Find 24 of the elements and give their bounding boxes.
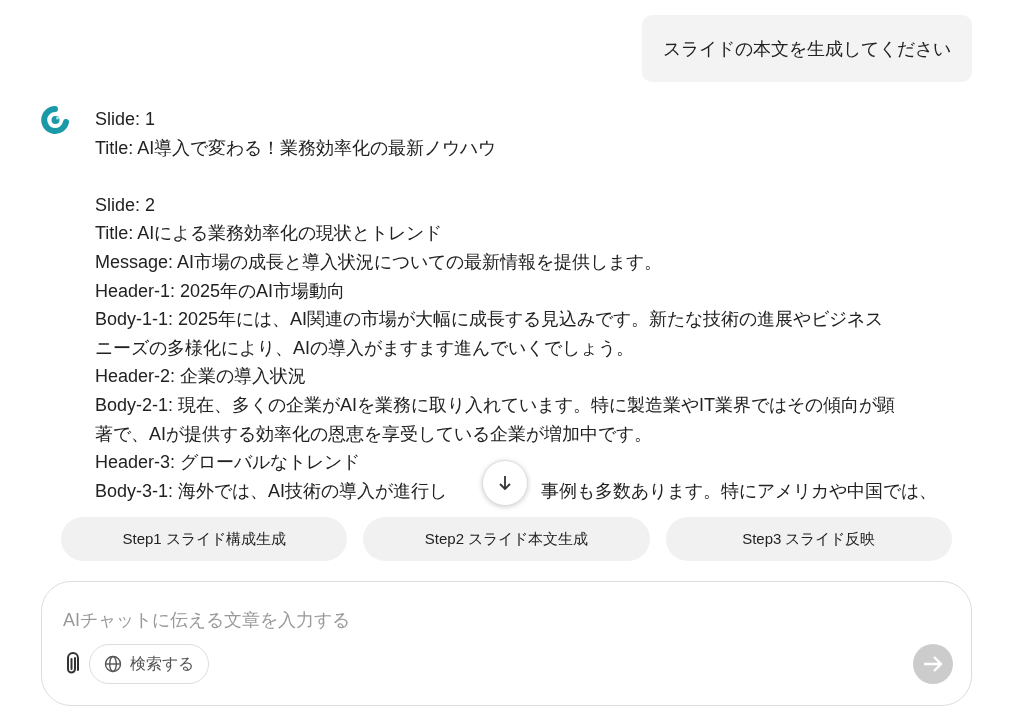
response-line: 著で、AIが提供する効率化の恩恵を享受している企業が増加中です。 bbox=[95, 422, 652, 446]
user-message: スライドの本文を生成してください bbox=[642, 15, 972, 82]
response-line: Slide: 2 bbox=[95, 193, 156, 217]
step-button[interactable]: Step2 スライド本文生成 bbox=[363, 517, 650, 561]
response-line: 事例も多数あります。特にアメリカや中国では、 bbox=[541, 479, 937, 503]
scroll-down-button[interactable] bbox=[482, 460, 528, 506]
response-line: Header-2: 企業の導入状況 bbox=[95, 365, 307, 389]
assistant-logo-icon bbox=[40, 105, 70, 135]
response-line: Header-3: グローバルなトレンド bbox=[95, 451, 361, 475]
globe-icon bbox=[104, 655, 122, 673]
response-line: Message: AI市場の成長と導入状況についての最新情報を提供します。 bbox=[95, 250, 663, 274]
response-line: Slide: 1 bbox=[95, 108, 156, 131]
response-line: ニーズの多様化により、AIの導入がますます進んでいくでしょう。 bbox=[95, 336, 634, 360]
response-line: Body-2-1: 現在、多くの企業がAIを業務に取り入れています。特に製造業やIT業界ではその傾向が顕 bbox=[95, 393, 896, 417]
response-line: Body-3-1: 海外では、AI技術の導入が進行し bbox=[95, 479, 448, 503]
chat-input-box[interactable]: AIチャットに伝える文章を入力する 検索する bbox=[41, 581, 972, 706]
step-button[interactable]: Step1 スライド構成生成 bbox=[61, 517, 348, 561]
step-button[interactable]: Step3 スライド反映 bbox=[665, 517, 952, 561]
response-line: Body-1-1: 2025年には、AI関連の市場が大幅に成長する見込みです。新たな技術の進展やビジネス bbox=[95, 308, 884, 332]
down-arrow-icon bbox=[497, 474, 513, 492]
response-line: Header-1: 2025年のAI市場動向 bbox=[95, 279, 346, 303]
response-line: Title: AIによる業務効率化の現状とトレンド bbox=[95, 222, 443, 246]
response-line: Title: AI導入で変わる！業務効率化の最新ノウハウ bbox=[95, 136, 497, 160]
search-button[interactable]: 検索する bbox=[89, 644, 209, 684]
